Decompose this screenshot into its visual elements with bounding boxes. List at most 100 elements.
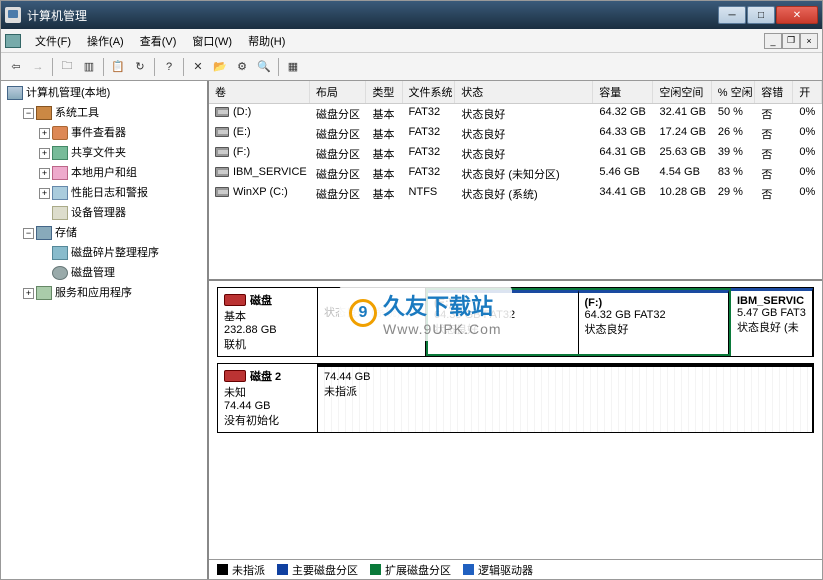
help-button[interactable]: ? <box>158 56 180 78</box>
refresh-button[interactable]: ↻ <box>129 56 151 78</box>
expand-icon[interactable]: + <box>39 128 50 139</box>
volume-list[interactable]: 卷 布局 类型 文件系统 状态 容量 空闲空间 % 空闲 容错 开 (D:)磁盘… <box>209 81 822 281</box>
partition-ibm-name: IBM_SERVIC <box>737 295 806 307</box>
col-overhead[interactable]: 开 <box>793 81 822 103</box>
forward-button[interactable]: → <box>27 56 49 78</box>
tree-services[interactable]: + 服务和应用程序 <box>21 283 205 303</box>
menu-action[interactable]: 操作(A) <box>79 31 132 51</box>
disk-block-0[interactable]: 磁盘 基本 232.88 GB 联机 状态良好 (系统) (E:) 64.35 … <box>217 287 814 357</box>
tree-services-label: 服务和应用程序 <box>55 284 132 302</box>
mdi-restore[interactable]: ❐ <box>782 33 800 49</box>
partition-f-status: 状态良好 <box>585 321 723 337</box>
disk-block-2[interactable]: 磁盘 2 未知 74.44 GB 没有初始化 74.44 GB 未指派 <box>217 363 814 433</box>
col-volume[interactable]: 卷 <box>209 81 310 103</box>
tree-local-users-label: 本地用户和组 <box>71 164 137 182</box>
col-fs[interactable]: 文件系统 <box>403 81 456 103</box>
tree-storage[interactable]: − 存储 <box>21 223 205 243</box>
close-button[interactable]: ✕ <box>776 6 818 24</box>
tree-defrag[interactable]: 磁盘碎片整理程序 <box>37 243 205 263</box>
col-capacity[interactable]: 容量 <box>593 81 653 103</box>
volume-icon <box>215 167 229 177</box>
list-button[interactable]: ▦ <box>282 56 304 78</box>
expand-icon[interactable]: + <box>39 168 50 179</box>
col-type[interactable]: 类型 <box>366 81 402 103</box>
legend-square-lblue <box>463 564 474 575</box>
show-hide-tree-button[interactable]: ▥ <box>78 56 100 78</box>
disk-state-0: 联机 <box>224 336 311 352</box>
delete-button[interactable]: ✕ <box>187 56 209 78</box>
disk-map[interactable]: 9 久友下载站 Www.9UPK.Com 磁盘 基本 232.88 GB 联机 <box>209 281 822 559</box>
col-status[interactable]: 状态 <box>455 81 593 103</box>
event-icon <box>52 126 68 140</box>
collapse-icon[interactable]: − <box>23 108 34 119</box>
menu-view[interactable]: 查看(V) <box>132 31 185 51</box>
open-button[interactable]: 📂 <box>209 56 231 78</box>
content-pane: 卷 布局 类型 文件系统 状态 容量 空闲空间 % 空闲 容错 开 (D:)磁盘… <box>209 81 822 579</box>
tree-root-label: 计算机管理(本地) <box>26 84 110 102</box>
partition-unallocated[interactable]: 74.44 GB 未指派 <box>318 364 813 432</box>
legend-square-green <box>370 564 381 575</box>
tree-root[interactable]: 计算机管理(本地) <box>5 83 205 103</box>
mmc-icon <box>5 34 21 48</box>
mdi-minimize[interactable]: _ <box>764 33 782 49</box>
volume-row[interactable]: IBM_SERVICE磁盘分区基本FAT32状态良好 (未知分区)5.46 GB… <box>209 164 822 184</box>
col-pct[interactable]: % 空闲 <box>712 81 756 103</box>
tree-pane[interactable]: 计算机管理(本地) − 系统工具 + 事件查看器 +共享文件夹 + 本地用户和组 <box>1 81 209 579</box>
settings-button[interactable]: ⚙ <box>231 56 253 78</box>
watermark-subtext: Www.9UPK.Com <box>383 321 502 337</box>
partition-unalloc-status: 未指派 <box>324 383 806 399</box>
volume-row[interactable]: WinXP (C:)磁盘分区基本NTFS状态良好 (系统)34.41 GB10.… <box>209 184 822 204</box>
volume-icon <box>215 147 229 157</box>
tree-disk-mgmt[interactable]: 磁盘管理 <box>37 263 205 283</box>
services-icon <box>36 286 52 300</box>
disk-size-0: 232.88 GB <box>224 324 311 336</box>
properties-button[interactable]: 📋 <box>107 56 129 78</box>
partition-ibm-info: 5.47 GB FAT3 <box>737 307 806 319</box>
tree-event-viewer-label: 事件查看器 <box>71 124 126 142</box>
menu-window[interactable]: 窗口(W) <box>184 31 240 51</box>
share-icon <box>52 146 68 160</box>
volume-header: 卷 布局 类型 文件系统 状态 容量 空闲空间 % 空闲 容错 开 <box>209 81 822 104</box>
tree-perf-logs[interactable]: +性能日志和警报 <box>37 183 205 203</box>
disk-state-2: 没有初始化 <box>224 412 311 428</box>
col-fault[interactable]: 容错 <box>755 81 793 103</box>
col-layout[interactable]: 布局 <box>310 81 366 103</box>
tree-disk-mgmt-label: 磁盘管理 <box>71 264 115 282</box>
partition-unalloc-info: 74.44 GB <box>324 371 806 383</box>
users-icon <box>52 166 68 180</box>
volume-row[interactable]: (D:)磁盘分区基本FAT32状态良好64.32 GB32.41 GB50 %否… <box>209 104 822 124</box>
back-button[interactable]: ⇦ <box>5 56 27 78</box>
menu-file[interactable]: 文件(F) <box>27 31 79 51</box>
volume-row[interactable]: (F:)磁盘分区基本FAT32状态良好64.31 GB25.63 GB39 %否… <box>209 144 822 164</box>
tree-shared-folders[interactable]: +共享文件夹 <box>37 143 205 163</box>
mdi-close[interactable]: × <box>800 33 818 49</box>
expand-icon[interactable]: + <box>23 288 34 299</box>
disk-parts-2: 74.44 GB 未指派 <box>318 364 813 432</box>
disk-size-2: 74.44 GB <box>224 400 311 412</box>
minimize-button[interactable]: ─ <box>718 6 746 24</box>
mdi-controls: _ ❐ × <box>764 33 818 49</box>
expand-icon[interactable]: + <box>39 188 50 199</box>
disk-icon <box>224 294 246 306</box>
tree-device-mgr[interactable]: 设备管理器 <box>37 203 205 223</box>
up-button[interactable]: 🗀 <box>56 56 78 78</box>
menu-help[interactable]: 帮助(H) <box>240 31 293 51</box>
partition-ibm[interactable]: IBM_SERVIC 5.47 GB FAT3 状态良好 (未 <box>731 288 813 356</box>
maximize-button[interactable]: □ <box>747 6 775 24</box>
legend-extended: 扩展磁盘分区 <box>370 562 451 578</box>
find-button[interactable]: 🔍 <box>253 56 275 78</box>
tree-device-mgr-label: 设备管理器 <box>71 204 126 222</box>
window-title: 计算机管理 <box>27 7 718 24</box>
expand-icon[interactable]: + <box>39 148 50 159</box>
legend-unallocated: 未指派 <box>217 562 265 578</box>
volume-icon <box>215 107 229 117</box>
volume-row[interactable]: (E:)磁盘分区基本FAT32状态良好64.33 GB17.24 GB26 %否… <box>209 124 822 144</box>
storage-icon <box>36 226 52 240</box>
tree-system-tools[interactable]: − 系统工具 <box>21 103 205 123</box>
tree-event-viewer[interactable]: + 事件查看器 <box>37 123 205 143</box>
legend-logical: 逻辑驱动器 <box>463 562 533 578</box>
partition-f[interactable]: (F:) 64.32 GB FAT32 状态良好 <box>579 290 730 354</box>
tree-local-users[interactable]: + 本地用户和组 <box>37 163 205 183</box>
col-free[interactable]: 空闲空间 <box>653 81 711 103</box>
collapse-icon[interactable]: − <box>23 228 34 239</box>
